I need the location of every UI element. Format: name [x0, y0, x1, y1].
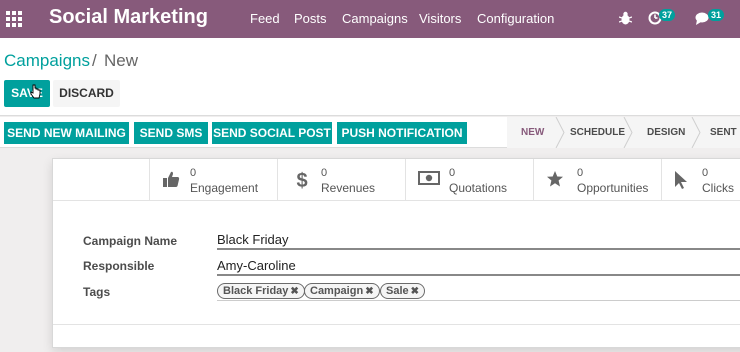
tag-campaign: Campaign ✖ — [304, 283, 380, 299]
stage-new[interactable]: NEW — [521, 117, 544, 148]
tags-input[interactable]: Black Friday ✖ Campaign ✖ Sale ✖ — [217, 283, 740, 301]
sheet-divider — [53, 324, 740, 325]
top-navbar: Social Marketing Feed Posts Campaigns Vi… — [0, 0, 740, 38]
pointer-icon — [675, 171, 687, 189]
stage-chevron-icon — [555, 117, 565, 148]
tag-label: Black Friday — [223, 285, 289, 297]
bug-icon[interactable] — [619, 11, 632, 25]
form-sheet: 0 Engagement $ 0 Revenues 0 Quotations 0… — [52, 158, 740, 348]
breadcrumb-campaigns[interactable]: Campaigns — [4, 51, 90, 71]
opportunities-value: 0 — [577, 167, 584, 179]
app-title[interactable]: Social Marketing — [49, 6, 208, 29]
menu-item-visitors[interactable]: Visitors — [419, 11, 461, 26]
remove-tag-icon[interactable]: ✖ — [365, 286, 373, 297]
tag-label: Campaign — [310, 285, 364, 297]
breadcrumb-current: New — [104, 51, 139, 70]
star-icon — [547, 171, 563, 187]
stage-schedule[interactable]: SCHEDULE — [570, 117, 625, 148]
message-count-badge: 31 — [708, 9, 725, 21]
opportunities-stat-button[interactable]: 0 Opportunities — [533, 159, 661, 200]
send-social-post-button[interactable]: SEND SOCIAL POST — [212, 122, 332, 144]
hand-cursor-icon — [30, 84, 41, 99]
quotations-value: 0 — [449, 167, 456, 179]
responsible-label: Responsible — [83, 259, 155, 273]
stage-chevron-icon — [691, 117, 701, 148]
engagement-label: Engagement — [190, 181, 259, 195]
thumbs-up-icon — [163, 171, 180, 187]
tag-label: Sale — [386, 285, 409, 297]
menu-item-configuration[interactable]: Configuration — [477, 11, 554, 26]
responsible-input[interactable]: Amy-Caroline — [217, 258, 740, 276]
remove-tag-icon[interactable]: ✖ — [290, 286, 298, 297]
clicks-stat-button[interactable]: 0 Clicks — [661, 159, 740, 200]
opportunities-label: Opportunities — [577, 181, 649, 195]
tags-label: Tags — [83, 285, 111, 299]
menu-item-feed[interactable]: Feed — [250, 11, 280, 26]
push-notification-button[interactable]: PUSH NOTIFICATION — [337, 122, 467, 144]
campaign-name-input[interactable]: Black Friday — [217, 232, 740, 250]
tag-sale: Sale ✖ — [380, 283, 426, 299]
form-statusbar: SEND NEW MAILING SEND SMS SEND SOCIAL PO… — [0, 117, 740, 148]
discard-button[interactable]: DISCARD — [53, 80, 120, 107]
save-button[interactable]: SAVE — [4, 80, 50, 107]
svg-text:$: $ — [296, 170, 307, 190]
tag-black-friday: Black Friday ✖ — [217, 283, 305, 299]
engagement-stat-button[interactable]: 0 Engagement — [149, 159, 277, 200]
send-sms-button[interactable]: SEND SMS — [134, 122, 208, 144]
stage-design[interactable]: DESIGN — [647, 117, 685, 148]
campaign-name-label: Campaign Name — [83, 234, 178, 248]
quotations-stat-button[interactable]: 0 Quotations — [405, 159, 533, 200]
revenues-value: 0 — [321, 167, 328, 179]
engagement-value: 0 — [190, 167, 197, 179]
breadcrumb-separator: / — [92, 51, 97, 70]
send-new-mailing-button[interactable]: SEND NEW MAILING — [4, 122, 129, 144]
remove-tag-icon[interactable]: ✖ — [411, 286, 419, 297]
smart-button-box: 0 Engagement $ 0 Revenues 0 Quotations 0… — [53, 159, 740, 201]
quotations-label: Quotations — [449, 181, 508, 195]
money-bill-icon — [418, 171, 440, 185]
apps-menu-icon[interactable] — [6, 11, 22, 27]
stage-pipeline: NEW SCHEDULE DESIGN SENT — [507, 117, 740, 148]
clicks-value: 0 — [702, 167, 709, 179]
menu-item-posts[interactable]: Posts — [294, 11, 327, 26]
stage-chevron-icon — [623, 117, 633, 148]
revenues-label: Revenues — [321, 181, 376, 195]
stage-sent[interactable]: SENT — [710, 117, 737, 148]
menu-item-campaigns[interactable]: Campaigns — [342, 11, 408, 26]
revenues-stat-button[interactable]: $ 0 Revenues — [277, 159, 405, 200]
clicks-label: Clicks — [702, 181, 734, 195]
dollar-icon: $ — [296, 170, 307, 190]
control-panel: Campaigns / New SAVE DISCARD — [0, 38, 740, 116]
messages-icon[interactable] — [695, 12, 709, 25]
activity-count-badge: 37 — [659, 9, 676, 21]
